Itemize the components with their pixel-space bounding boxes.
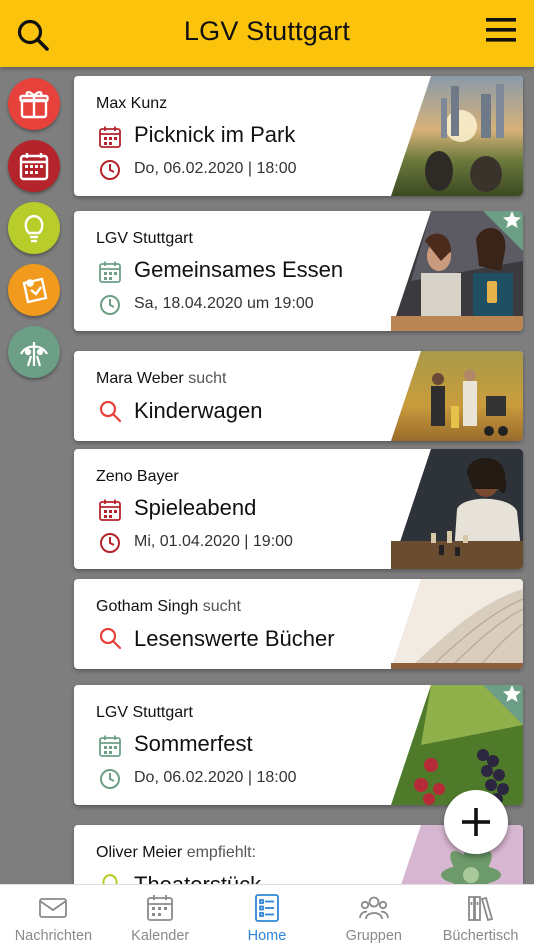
- group-icon: [20, 342, 48, 367]
- card-title: Kinderwagen: [134, 398, 263, 423]
- note-icon: [22, 277, 48, 304]
- calendar-icon: [19, 153, 49, 181]
- card-title: Spieleabend: [134, 495, 257, 520]
- card-date: Sa, 18.04.2020 um 19:00: [134, 295, 314, 312]
- calendar-icon: [99, 735, 121, 757]
- tab-gruppen[interactable]: Gruppen: [320, 885, 427, 951]
- sidebar-calendar-button[interactable]: [8, 140, 60, 192]
- feed-card-picnic[interactable]: Max Kunz Picknick im Park Do, 06.02.2020…: [74, 76, 523, 196]
- card-photo: [391, 76, 523, 196]
- favorite-star-icon[interactable]: [475, 211, 523, 259]
- tab-home[interactable]: Home: [214, 885, 321, 951]
- card-title: Sommerfest: [134, 731, 253, 756]
- add-post-button[interactable]: [444, 790, 508, 854]
- card-author: LGV Stuttgart: [96, 704, 193, 721]
- sidebar-idea-button[interactable]: [8, 202, 60, 254]
- plus-icon: [462, 808, 490, 836]
- card-author: Zeno Bayer: [96, 468, 179, 485]
- card-action: sucht: [202, 598, 241, 615]
- clock-icon: [100, 160, 120, 180]
- calendar-icon: [99, 499, 121, 521]
- search-icon: [99, 627, 122, 650]
- feed-card-dinner[interactable]: LGV Stuttgart Gemeinsames Essen Sa, 18.0…: [74, 211, 523, 331]
- clock-icon: [100, 769, 120, 789]
- card-date: Mi, 01.04.2020 | 19:00: [134, 533, 293, 550]
- card-author: Mara Weber: [96, 370, 184, 387]
- hamburger-menu-icon[interactable]: [486, 16, 516, 44]
- sidebar-gift-button[interactable]: [8, 78, 60, 130]
- gift-icon: [19, 91, 49, 119]
- app-header: LGV Stuttgart: [0, 0, 534, 67]
- feed-card-stroller[interactable]: Mara Weber sucht Kinderwagen: [74, 351, 523, 441]
- calendar-icon: [99, 126, 121, 148]
- lightbulb-icon: [24, 214, 44, 243]
- tab-nachrichten[interactable]: Nachrichten: [0, 885, 107, 951]
- card-date: Do, 06.02.2020 | 18:00: [134, 769, 297, 786]
- card-author: Max Kunz: [96, 95, 168, 112]
- bottom-tab-bar: Nachrichten Kalender Home Gruppen Bücher…: [0, 884, 534, 951]
- card-title: Picknick im Park: [134, 122, 296, 147]
- card-author: Gotham Singh: [96, 598, 199, 615]
- feed-card-summer-fest[interactable]: LGV Stuttgart Sommerfest Do, 06.02.2020 …: [74, 685, 523, 805]
- card-author: LGV Stuttgart: [96, 230, 193, 247]
- card-author: Oliver Meier: [96, 844, 183, 861]
- tab-kalender[interactable]: Kalender: [107, 885, 214, 951]
- clock-icon: [100, 295, 120, 315]
- tab-label: Home: [247, 928, 287, 944]
- card-action: sucht: [188, 370, 227, 387]
- feed-card-game-night[interactable]: Zeno Bayer Spieleabend Mi, 01.04.2020 | …: [74, 449, 523, 569]
- tab-label: Kalender: [131, 928, 190, 944]
- books-icon: [467, 896, 493, 922]
- home-list-icon: [255, 894, 279, 922]
- tab-buechertisch[interactable]: Büchertisch: [427, 885, 534, 951]
- tab-label: Gruppen: [345, 928, 402, 944]
- card-date: Do, 06.02.2020 | 18:00: [134, 160, 297, 177]
- mail-icon: [39, 898, 68, 918]
- tab-label: Büchertisch: [442, 928, 519, 944]
- sidebar-group-button[interactable]: [8, 326, 60, 378]
- sidebar-note-button[interactable]: [8, 264, 60, 316]
- page-title: LGV Stuttgart: [183, 16, 351, 46]
- calendar-icon: [99, 261, 121, 283]
- favorite-star-icon[interactable]: [475, 685, 523, 733]
- card-action: empfiehlt:: [186, 844, 257, 861]
- calendar-icon: [147, 895, 174, 921]
- card-photo: [391, 351, 523, 441]
- tab-label: Nachrichten: [14, 928, 93, 944]
- card-photo: [391, 579, 523, 669]
- card-title: Lesenswerte Bücher: [134, 626, 335, 651]
- clock-icon: [100, 533, 120, 553]
- card-photo: [391, 449, 523, 569]
- feed-card-books[interactable]: Gotham Singh sucht Lesenswerte Bücher: [74, 579, 523, 669]
- people-icon: [358, 896, 389, 920]
- card-title: Gemeinsames Essen: [134, 257, 344, 282]
- search-icon: [99, 400, 122, 423]
